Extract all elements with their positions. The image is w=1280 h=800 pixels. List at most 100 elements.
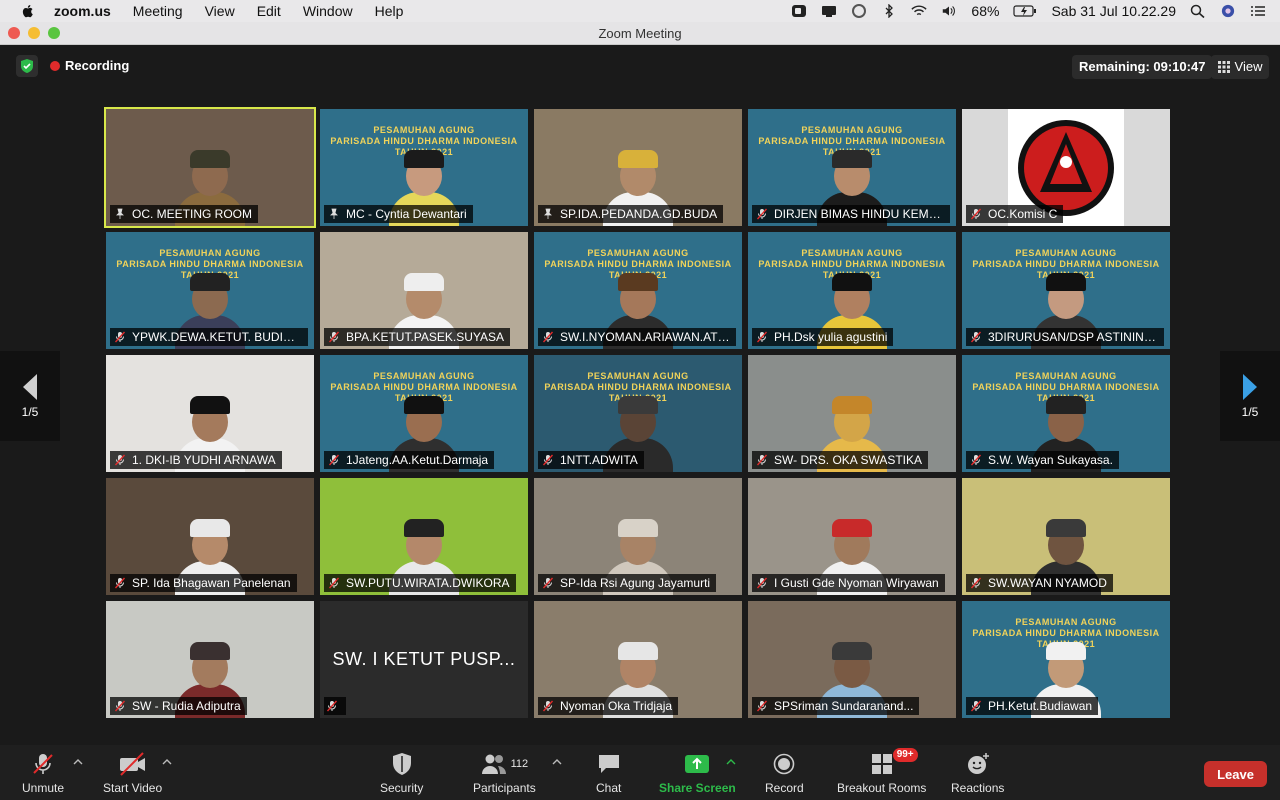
- mic-muted-icon: [970, 208, 982, 220]
- video-tile[interactable]: PESAMUHAN AGUNG PARISADA HINDU DHARMA IN…: [962, 601, 1170, 718]
- video-tile[interactable]: PESAMUHAN AGUNG PARISADA HINDU DHARMA IN…: [320, 109, 528, 226]
- video-tile[interactable]: PESAMUHAN AGUNG PARISADA HINDU DHARMA IN…: [534, 232, 742, 349]
- view-button[interactable]: View: [1211, 55, 1269, 79]
- user-account-icon[interactable]: [1220, 4, 1236, 18]
- mic-muted-icon: [326, 700, 338, 712]
- participant-name-label: SW- DRS. OKA SWASTIKA: [752, 451, 929, 469]
- participant-name: MC - Cyntia Dewantari: [346, 207, 467, 221]
- participant-name-label: OC. MEETING ROOM: [110, 205, 258, 223]
- video-tile[interactable]: SP. Ida Bhagawan Panelenan: [106, 478, 314, 595]
- participant-name-label: BPA.KETUT.PASEK.SUYASA: [324, 328, 511, 346]
- participant-name: SP.IDA.PEDANDA.GD.BUDA: [560, 207, 718, 221]
- recording-indicator[interactable]: Recording: [50, 58, 129, 73]
- start-video-button[interactable]: Start Video: [103, 751, 162, 795]
- participant-name-label: 3DIRURUSAN/DSP ASTININGSIH: [966, 328, 1164, 346]
- video-tile[interactable]: PESAMUHAN AGUNG PARISADA HINDU DHARMA IN…: [748, 109, 956, 226]
- menu-view[interactable]: View: [205, 3, 235, 19]
- video-tile[interactable]: I Gusti Gde Nyoman Wiryawan: [748, 478, 956, 595]
- participant-name-label: PH.Dsk yulia agustini: [752, 328, 894, 346]
- next-page-button[interactable]: 1/5: [1220, 351, 1280, 441]
- breakout-rooms-button[interactable]: 99+ Breakout Rooms: [837, 748, 927, 795]
- menu-meeting[interactable]: Meeting: [133, 3, 183, 19]
- participants-button[interactable]: 112 Participants: [473, 751, 536, 795]
- remaining-time: Remaining: 09:10:47: [1072, 55, 1213, 79]
- encryption-shield-icon[interactable]: [16, 55, 38, 77]
- apple-logo-icon[interactable]: [20, 3, 36, 19]
- video-tile[interactable]: SW.PUTU.WIRATA.DWIKORA: [320, 478, 528, 595]
- video-tile[interactable]: SW. I KETUT PUSP...: [320, 601, 528, 718]
- video-tile[interactable]: SW- DRS. OKA SWASTIKA: [748, 355, 956, 472]
- view-label: View: [1234, 59, 1263, 74]
- zoom-status-icon[interactable]: [791, 4, 807, 18]
- breakout-rooms-label: Breakout Rooms: [837, 781, 927, 795]
- screen-share-status-icon[interactable]: [821, 4, 837, 18]
- participant-name-label: [324, 697, 346, 715]
- video-tile[interactable]: Nyoman Oka Tridjaja: [534, 601, 742, 718]
- video-options-chevron-icon[interactable]: [162, 758, 172, 766]
- previous-page-button[interactable]: 1/5: [0, 351, 60, 441]
- meeting-toolbar: Unmute Start Video Security 112 Particip…: [0, 745, 1280, 800]
- video-tile[interactable]: SW - Rudia Adiputra: [106, 601, 314, 718]
- app-menu-zoom[interactable]: zoom.us: [54, 3, 111, 19]
- share-options-chevron-icon[interactable]: [726, 758, 736, 766]
- share-screen-button[interactable]: Share Screen: [659, 751, 736, 795]
- video-tile[interactable]: SP.IDA.PEDANDA.GD.BUDA: [534, 109, 742, 226]
- video-tile[interactable]: BPA.KETUT.PASEK.SUYASA: [320, 232, 528, 349]
- participants-options-chevron-icon[interactable]: [552, 758, 562, 766]
- video-tile[interactable]: PESAMUHAN AGUNG PARISADA HINDU DHARMA IN…: [962, 232, 1170, 349]
- reactions-button[interactable]: Reactions: [951, 751, 1004, 795]
- video-tile[interactable]: SW.WAYAN NYAMOD: [962, 478, 1170, 595]
- participant-name: SW.I.NYOMAN.ARIAWAN.ATMAJA: [560, 330, 730, 344]
- menu-help[interactable]: Help: [375, 3, 404, 19]
- participant-name-label: OC.Komisi C: [966, 205, 1064, 223]
- control-center-icon[interactable]: [1250, 4, 1266, 18]
- participant-name: 3DIRURUSAN/DSP ASTININGSIH: [988, 330, 1158, 344]
- video-tile[interactable]: 1. DKI-IB YUDHI ARNAWA: [106, 355, 314, 472]
- participant-name: SW.PUTU.WIRATA.DWIKORA: [346, 576, 510, 590]
- security-label: Security: [380, 781, 424, 795]
- bluetooth-icon[interactable]: [881, 4, 897, 18]
- participant-name: PH.Dsk yulia agustini: [774, 330, 888, 344]
- leave-button[interactable]: Leave: [1204, 761, 1267, 787]
- record-button[interactable]: Record: [765, 751, 804, 795]
- video-tile[interactable]: SPSriman Sundaranand...: [748, 601, 956, 718]
- page-indicator-right: 1/5: [1241, 405, 1259, 419]
- video-tile[interactable]: OC. MEETING ROOM: [104, 107, 316, 228]
- microphone-muted-icon: [33, 754, 53, 774]
- participant-name-label: 1. DKI-IB YUDHI ARNAWA: [110, 451, 282, 469]
- grid-view-icon: [1217, 61, 1230, 73]
- participant-name-label: SW.I.NYOMAN.ARIAWAN.ATMAJA: [538, 328, 736, 346]
- volume-icon[interactable]: [941, 4, 957, 18]
- pin-icon: [114, 208, 126, 220]
- mic-muted-icon: [114, 577, 126, 589]
- unmute-button[interactable]: Unmute: [22, 751, 64, 795]
- video-tile[interactable]: OC.Komisi C: [962, 109, 1170, 226]
- wifi-icon[interactable]: [911, 4, 928, 18]
- participant-name-label: DIRJEN BIMAS HINDU KEMENAG RI: [752, 205, 950, 223]
- mic-muted-icon: [542, 700, 554, 712]
- participant-name: 1. DKI-IB YUDHI ARNAWA: [132, 453, 276, 467]
- mic-muted-icon: [114, 700, 126, 712]
- security-button[interactable]: Security: [380, 751, 423, 795]
- spotlight-search-icon[interactable]: [1190, 4, 1206, 18]
- menu-edit[interactable]: Edit: [257, 3, 281, 19]
- mic-muted-icon: [114, 331, 126, 343]
- video-tile[interactable]: PESAMUHAN AGUNG PARISADA HINDU DHARMA IN…: [320, 355, 528, 472]
- video-tile[interactable]: PESAMUHAN AGUNG PARISADA HINDU DHARMA IN…: [106, 232, 314, 349]
- creative-cloud-icon[interactable]: [851, 4, 867, 18]
- menu-window[interactable]: Window: [303, 3, 353, 19]
- participant-name-placeholder: SW. I KETUT PUSP...: [332, 649, 516, 669]
- menubar-clock[interactable]: Sab 31 Jul 10.22.29: [1051, 3, 1176, 19]
- mic-muted-icon: [542, 331, 554, 343]
- video-tile[interactable]: PESAMUHAN AGUNG PARISADA HINDU DHARMA IN…: [534, 355, 742, 472]
- participant-name-label: SW.PUTU.WIRATA.DWIKORA: [324, 574, 516, 592]
- window-titlebar: Zoom Meeting: [0, 22, 1280, 45]
- audio-options-chevron-icon[interactable]: [73, 758, 83, 766]
- participant-name: SW- DRS. OKA SWASTIKA: [774, 453, 923, 467]
- battery-icon[interactable]: [1013, 4, 1037, 18]
- mic-muted-icon: [114, 454, 126, 466]
- chat-button[interactable]: Chat: [596, 751, 621, 795]
- video-tile[interactable]: PESAMUHAN AGUNG PARISADA HINDU DHARMA IN…: [748, 232, 956, 349]
- video-tile[interactable]: PESAMUHAN AGUNG PARISADA HINDU DHARMA IN…: [962, 355, 1170, 472]
- video-tile[interactable]: SP-Ida Rsi Agung Jayamurti: [534, 478, 742, 595]
